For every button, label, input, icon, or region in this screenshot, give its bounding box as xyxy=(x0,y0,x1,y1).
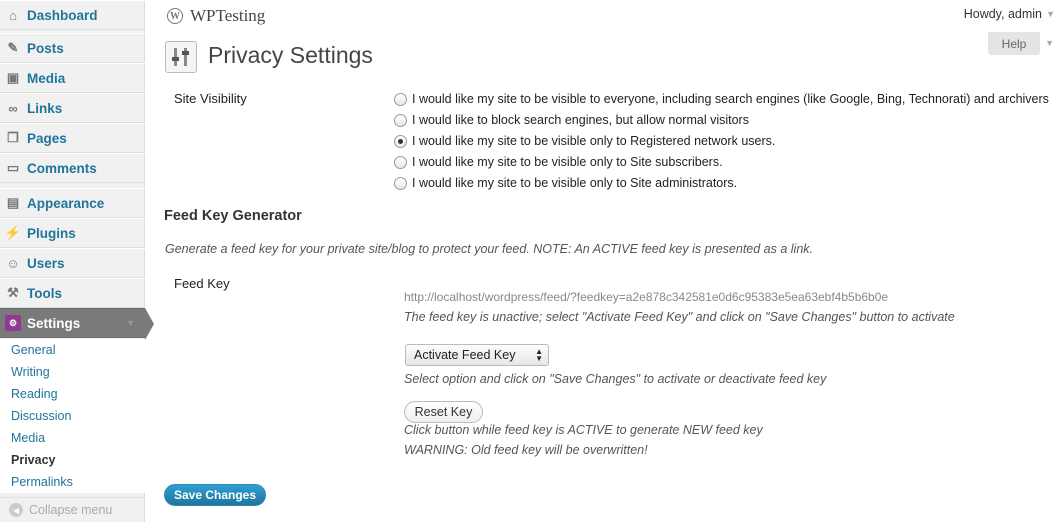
tools-icon: ⚒ xyxy=(7,285,19,300)
site-name-link[interactable]: W WPTesting xyxy=(167,6,265,26)
wordpress-logo-icon: W xyxy=(167,8,183,24)
sidebar-item-settings[interactable]: ⚙ Settings ▼ xyxy=(0,308,154,340)
collapse-menu-button[interactable]: ◀ Collapse menu xyxy=(0,497,145,522)
radio-button[interactable] xyxy=(394,113,407,127)
help-tab[interactable]: Help xyxy=(988,32,1040,55)
sidebar-item-comments[interactable]: ▭ Comments xyxy=(0,153,145,183)
link-icon: ∞ xyxy=(8,100,18,116)
submenu-permalinks[interactable]: Permalinks xyxy=(0,471,145,493)
warning-note: WARNING: Old feed key will be overwritte… xyxy=(404,443,648,457)
sidebar-item-label: Pages xyxy=(27,130,67,146)
pages-icon: ❐ xyxy=(7,130,19,145)
media-icon: ▣ xyxy=(6,70,20,85)
option-label: I would like my site to be visible only … xyxy=(412,176,738,190)
radio-button[interactable] xyxy=(394,176,407,190)
feed-key-label: Feed Key xyxy=(174,276,230,291)
sidebar-item-label: Dashboard xyxy=(27,7,98,23)
sidebar-item-pages[interactable]: ❐ Pages xyxy=(0,123,145,153)
admin-header: W WPTesting Howdy, admin ▼ Help ▼ xyxy=(145,0,1062,55)
admin-sidebar: ⌂ Dashboard ✎ Posts ▣ Media ∞ Links ❐ Pa… xyxy=(0,0,154,522)
sidebar-item-label: Plugins xyxy=(27,225,76,241)
collapse-arrow-icon: ◀ xyxy=(9,503,23,517)
collapse-label: Collapse menu xyxy=(29,503,113,517)
feed-section-title: Feed Key Generator xyxy=(164,208,302,224)
settings-page-icon xyxy=(165,41,197,73)
chevron-down-icon[interactable]: ▼ xyxy=(1046,9,1055,19)
chevron-down-icon[interactable]: ▼ xyxy=(1045,38,1054,48)
plugin-icon: ⚡ xyxy=(4,225,22,240)
submenu-reading[interactable]: Reading xyxy=(0,383,145,405)
select-value: Activate Feed Key xyxy=(414,348,516,362)
select-arrows-icon: ▲ ▼ xyxy=(535,347,543,363)
submenu-general[interactable]: General xyxy=(0,339,145,361)
sidebar-item-tools[interactable]: ⚒ Tools xyxy=(0,278,145,308)
sidebar-item-label: Media xyxy=(27,70,66,86)
submenu-media[interactable]: Media xyxy=(0,427,145,449)
howdy-user-menu[interactable]: Howdy, admin xyxy=(964,7,1042,21)
option-label: I would like my site to be visible only … xyxy=(412,155,723,169)
sidebar-item-users[interactable]: ☺ Users xyxy=(0,248,145,278)
dashboard-icon: ⌂ xyxy=(9,7,17,23)
select-note: Select option and click on "Save Changes… xyxy=(404,372,827,386)
reset-key-button[interactable]: Reset Key xyxy=(404,401,483,423)
reset-note: Click button while feed key is ACTIVE to… xyxy=(404,423,763,437)
settings-icon: ⚙ xyxy=(5,315,21,331)
submenu-privacy[interactable]: Privacy xyxy=(0,449,145,471)
active-pointer xyxy=(145,308,154,340)
visibility-option-block-search[interactable]: I would like to block search engines, bu… xyxy=(394,112,749,128)
feed-url: http://localhost/wordpress/feed/?feedkey… xyxy=(404,290,889,304)
sidebar-item-plugins[interactable]: ⚡ Plugins xyxy=(0,218,145,248)
visibility-option-network-users[interactable]: I would like my site to be visible only … xyxy=(394,133,775,149)
comment-icon: ▭ xyxy=(6,160,20,175)
sidebar-item-label: Settings xyxy=(27,315,81,331)
page-title: Privacy Settings xyxy=(208,42,373,68)
visibility-option-subscribers[interactable]: I would like my site to be visible only … xyxy=(394,154,723,170)
sidebar-item-label: Comments xyxy=(27,160,97,176)
settings-submenu: General Writing Reading Discussion Media… xyxy=(0,339,145,493)
feed-key-select[interactable]: Activate Feed Key ▲ ▼ xyxy=(405,344,549,366)
sidebar-item-links[interactable]: ∞ Links xyxy=(0,93,145,123)
option-label: I would like my site to be visible to ev… xyxy=(412,92,1049,106)
sidebar-item-posts[interactable]: ✎ Posts xyxy=(0,33,145,63)
submenu-discussion[interactable]: Discussion xyxy=(0,405,145,427)
sidebar-item-label: Users xyxy=(27,255,65,271)
feed-section-description: Generate a feed key for your private sit… xyxy=(165,242,814,256)
feed-status-note: The feed key is unactive; select "Activa… xyxy=(404,310,955,324)
sidebar-item-label: Tools xyxy=(27,285,62,301)
pin-icon: ✎ xyxy=(7,40,19,55)
visibility-option-administrators[interactable]: I would like my site to be visible only … xyxy=(394,175,737,191)
save-changes-button[interactable]: Save Changes xyxy=(164,484,266,506)
option-label: I would like my site to be visible only … xyxy=(412,134,776,148)
site-visibility-label: Site Visibility xyxy=(174,91,247,106)
sidebar-item-dashboard[interactable]: ⌂ Dashboard xyxy=(0,0,145,30)
sidebar-item-media[interactable]: ▣ Media xyxy=(0,63,145,93)
appearance-icon: ▤ xyxy=(6,195,20,210)
sidebar-item-label: Posts xyxy=(27,40,64,56)
submenu-writing[interactable]: Writing xyxy=(0,361,145,383)
chevron-down-icon: ▼ xyxy=(126,318,135,328)
sidebar-item-label: Links xyxy=(27,100,63,116)
sidebar-item-appearance[interactable]: ▤ Appearance xyxy=(0,188,145,218)
option-label: I would like to block search engines, bu… xyxy=(412,113,749,127)
users-icon: ☺ xyxy=(6,255,20,271)
radio-button[interactable] xyxy=(394,155,407,169)
radio-button-selected[interactable] xyxy=(394,134,407,148)
radio-button[interactable] xyxy=(394,92,407,106)
visibility-option-everyone[interactable]: I would like my site to be visible to ev… xyxy=(394,91,1049,107)
sidebar-item-label: Appearance xyxy=(27,195,105,211)
site-name: WPTesting xyxy=(190,6,266,25)
